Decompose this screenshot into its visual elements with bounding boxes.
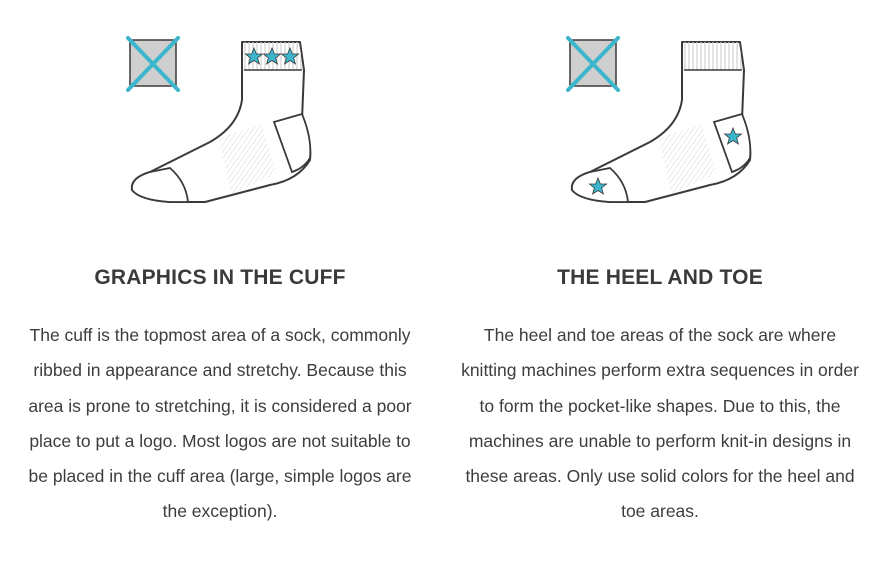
crossed-box-icon (126, 36, 180, 92)
crossed-box-icon (566, 36, 620, 92)
sock-cuff-stars-icon (126, 36, 312, 203)
section-title: THE HEEL AND TOE (557, 266, 763, 289)
sock-heel-toe-illustration (440, 30, 880, 220)
sock-heel-toe-stars-icon (566, 36, 752, 203)
sock-cuff-illustration (0, 30, 440, 220)
section-cuff: GRAPHICS IN THE CUFF The cuff is the top… (0, 0, 440, 587)
section-body: The cuff is the topmost area of a sock, … (28, 325, 412, 522)
section-body: The heel and toe areas of the sock are w… (461, 325, 859, 522)
section-heel-toe: THE HEEL AND TOE The heel and toe areas … (440, 0, 880, 587)
section-title: GRAPHICS IN THE CUFF (94, 266, 346, 289)
